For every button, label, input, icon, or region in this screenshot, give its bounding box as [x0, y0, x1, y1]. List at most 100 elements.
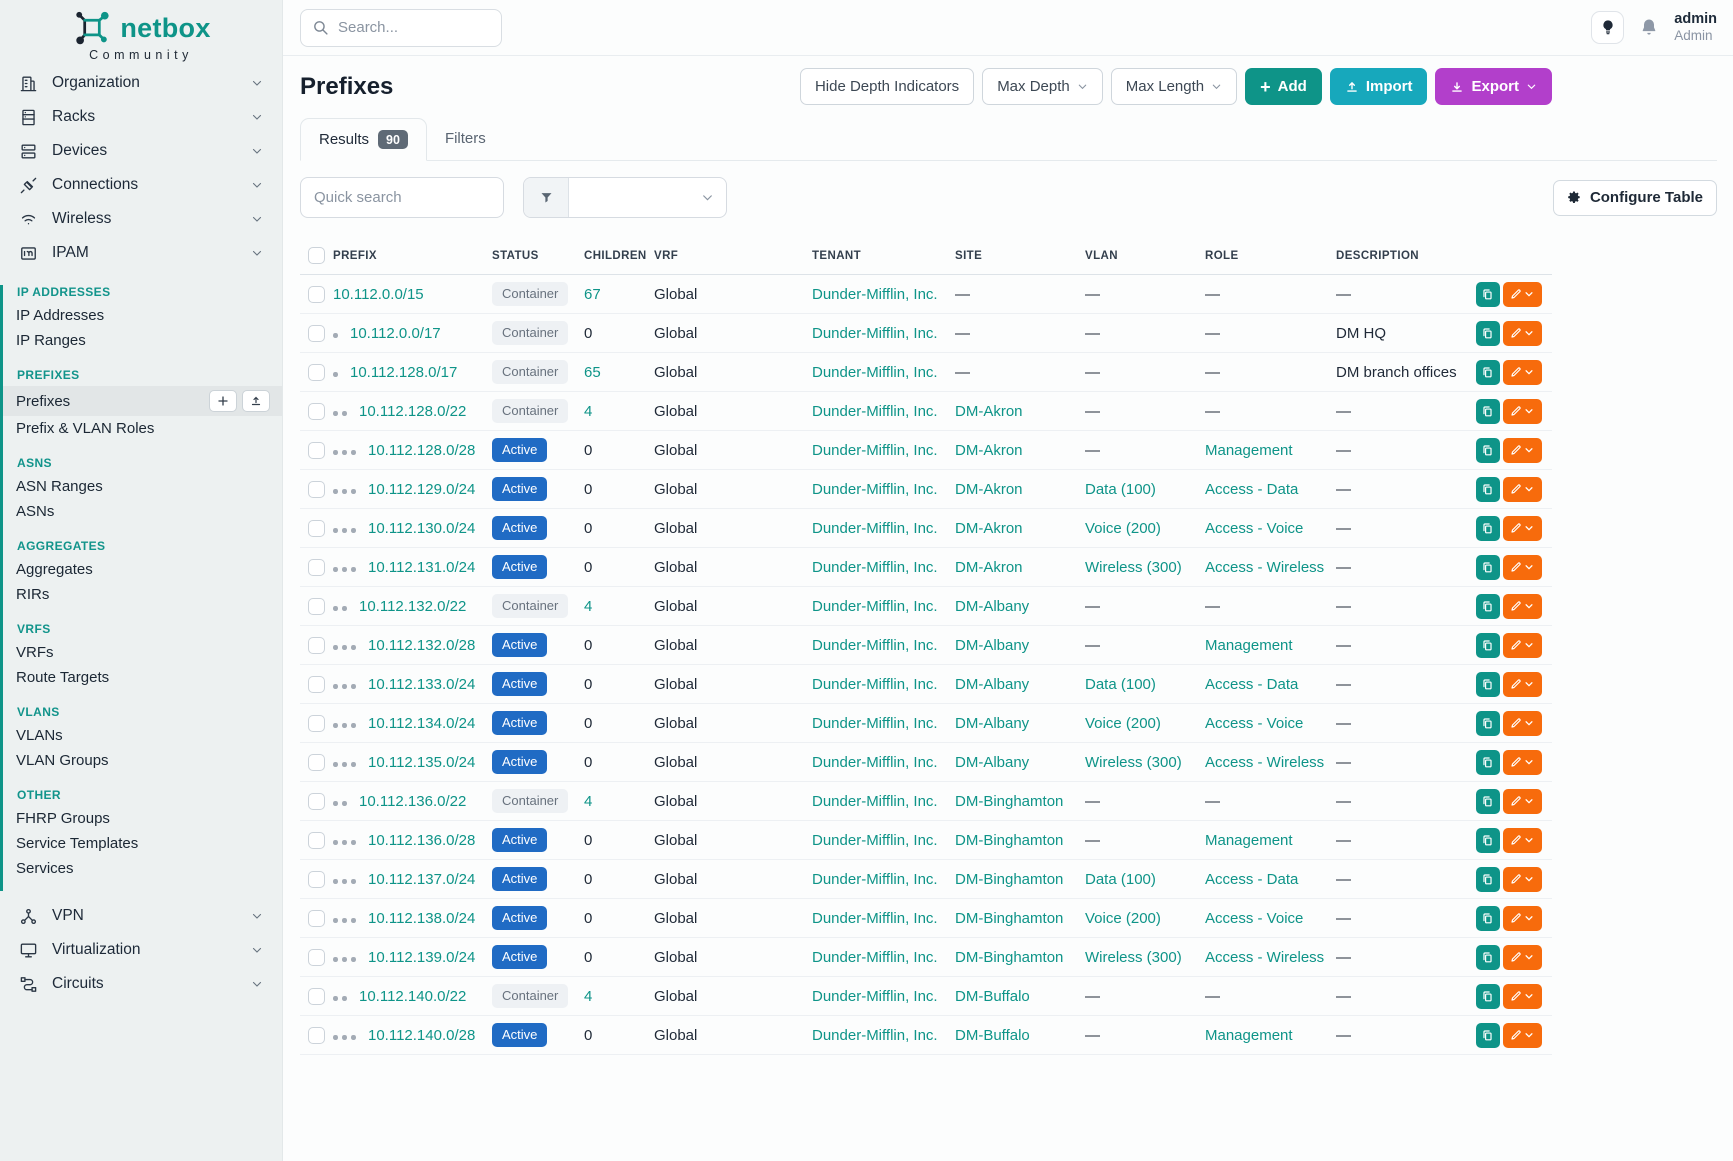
export-button[interactable]: Export [1435, 68, 1552, 105]
row-checkbox[interactable] [308, 481, 325, 498]
site-link[interactable]: DM-Albany [955, 598, 1029, 615]
prefix-link[interactable]: 10.112.140.0/22 [359, 988, 466, 1005]
copy-button[interactable] [1476, 516, 1500, 541]
quick-add-button[interactable] [209, 390, 237, 412]
site-link[interactable]: DM-Akron [955, 520, 1023, 537]
sidebar-item-fhrp-groups[interactable]: FHRP Groups [3, 806, 282, 831]
edit-button[interactable] [1503, 711, 1542, 736]
tenant-link[interactable]: Dunder-Mifflin, Inc. [812, 949, 938, 966]
site-link[interactable]: DM-Binghamton [955, 832, 1063, 849]
sidebar-item-connections[interactable]: Connections [0, 168, 282, 202]
prefix-link[interactable]: 10.112.0.0/15 [333, 286, 424, 303]
edit-button[interactable] [1503, 1023, 1542, 1048]
edit-button[interactable] [1503, 984, 1542, 1009]
row-checkbox[interactable] [308, 637, 325, 654]
select-all-checkbox[interactable] [308, 247, 325, 264]
user-menu[interactable]: admin Admin [1674, 11, 1717, 45]
copy-button[interactable] [1476, 477, 1500, 502]
prefix-link[interactable]: 10.112.131.0/24 [368, 559, 475, 576]
edit-button[interactable] [1503, 633, 1542, 658]
prefix-link[interactable]: 10.112.135.0/24 [368, 754, 475, 771]
prefix-link[interactable]: 10.112.137.0/24 [368, 871, 475, 888]
tenant-link[interactable]: Dunder-Mifflin, Inc. [812, 364, 938, 381]
filter-button[interactable] [524, 178, 569, 217]
sidebar-item-ipam[interactable]: IPAM [0, 236, 282, 270]
max-depth-dropdown[interactable]: Max Depth [982, 68, 1103, 105]
site-link[interactable]: DM-Albany [955, 715, 1029, 732]
copy-button[interactable] [1476, 750, 1500, 775]
edit-button[interactable] [1503, 750, 1542, 775]
row-checkbox[interactable] [308, 676, 325, 693]
copy-button[interactable] [1476, 360, 1500, 385]
vlan-link[interactable]: Data (100) [1085, 871, 1156, 888]
role-link[interactable]: Access - Voice [1205, 910, 1303, 927]
row-checkbox[interactable] [308, 403, 325, 420]
tab-filters[interactable]: Filters [427, 117, 504, 160]
column-header-vlan[interactable]: VLAN [1085, 238, 1205, 275]
copy-button[interactable] [1476, 984, 1500, 1009]
theme-toggle-button[interactable] [1591, 11, 1624, 44]
children-count-link[interactable]: 4 [584, 988, 592, 1005]
copy-button[interactable] [1476, 672, 1500, 697]
site-link[interactable]: DM-Buffalo [955, 988, 1030, 1005]
sidebar-item-asn-ranges[interactable]: ASN Ranges [3, 474, 282, 499]
hide-depth-indicators-button[interactable]: Hide Depth Indicators [800, 68, 974, 105]
site-link[interactable]: DM-Albany [955, 676, 1029, 693]
role-link[interactable]: Management [1205, 832, 1293, 849]
tenant-link[interactable]: Dunder-Mifflin, Inc. [812, 598, 938, 615]
edit-button[interactable] [1503, 399, 1542, 424]
tenant-link[interactable]: Dunder-Mifflin, Inc. [812, 481, 938, 498]
sidebar-item-route-targets[interactable]: Route Targets [3, 665, 282, 690]
quick-search-input[interactable] [300, 177, 504, 218]
prefix-link[interactable]: 10.112.136.0/28 [368, 832, 475, 849]
row-checkbox[interactable] [308, 520, 325, 537]
edit-button[interactable] [1503, 945, 1542, 970]
row-checkbox[interactable] [308, 442, 325, 459]
role-link[interactable]: Access - Wireless [1205, 949, 1324, 966]
sidebar-item-organization[interactable]: Organization [0, 66, 282, 100]
row-checkbox[interactable] [308, 325, 325, 342]
sidebar-item-prefixes[interactable]: Prefixes [3, 386, 282, 416]
tenant-link[interactable]: Dunder-Mifflin, Inc. [812, 988, 938, 1005]
site-link[interactable]: DM-Binghamton [955, 949, 1063, 966]
tenant-link[interactable]: Dunder-Mifflin, Inc. [812, 832, 938, 849]
sidebar-item-aggregates[interactable]: Aggregates [3, 557, 282, 582]
prefix-link[interactable]: 10.112.129.0/24 [368, 481, 475, 498]
quick-import-button[interactable] [242, 390, 270, 412]
sidebar-item-asns[interactable]: ASNs [3, 499, 282, 524]
copy-button[interactable] [1476, 906, 1500, 931]
column-header-role[interactable]: ROLE [1205, 238, 1336, 275]
edit-button[interactable] [1503, 321, 1542, 346]
prefix-link[interactable]: 10.112.128.0/28 [368, 442, 475, 459]
edit-button[interactable] [1503, 867, 1542, 892]
edit-button[interactable] [1503, 516, 1542, 541]
row-checkbox[interactable] [308, 286, 325, 303]
role-link[interactable]: Access - Data [1205, 871, 1298, 888]
copy-button[interactable] [1476, 282, 1500, 307]
column-header-children[interactable]: CHILDREN [584, 238, 654, 275]
tenant-link[interactable]: Dunder-Mifflin, Inc. [812, 754, 938, 771]
edit-button[interactable] [1503, 828, 1542, 853]
copy-button[interactable] [1476, 438, 1500, 463]
prefix-link[interactable]: 10.112.140.0/28 [368, 1027, 475, 1044]
global-search-input[interactable] [338, 19, 490, 36]
site-link[interactable]: DM-Albany [955, 637, 1029, 654]
edit-button[interactable] [1503, 672, 1542, 697]
row-checkbox[interactable] [308, 988, 325, 1005]
sidebar-item-ip-addresses[interactable]: IP Addresses [3, 303, 282, 328]
tenant-link[interactable]: Dunder-Mifflin, Inc. [812, 871, 938, 888]
prefix-link[interactable]: 10.112.136.0/22 [359, 793, 466, 810]
edit-button[interactable] [1503, 438, 1542, 463]
site-link[interactable]: DM-Akron [955, 403, 1023, 420]
site-link[interactable]: DM-Binghamton [955, 910, 1063, 927]
row-checkbox[interactable] [308, 910, 325, 927]
vlan-link[interactable]: Wireless (300) [1085, 559, 1182, 576]
prefix-link[interactable]: 10.112.0.0/17 [350, 325, 441, 342]
copy-button[interactable] [1476, 399, 1500, 424]
row-checkbox[interactable] [308, 598, 325, 615]
sidebar-item-prefix-vlan-roles[interactable]: Prefix & VLAN Roles [3, 416, 282, 441]
sidebar-item-virtualization[interactable]: Virtualization [0, 933, 282, 967]
sidebar-item-racks[interactable]: Racks [0, 100, 282, 134]
copy-button[interactable] [1476, 945, 1500, 970]
add-button[interactable]: + Add [1245, 68, 1322, 105]
